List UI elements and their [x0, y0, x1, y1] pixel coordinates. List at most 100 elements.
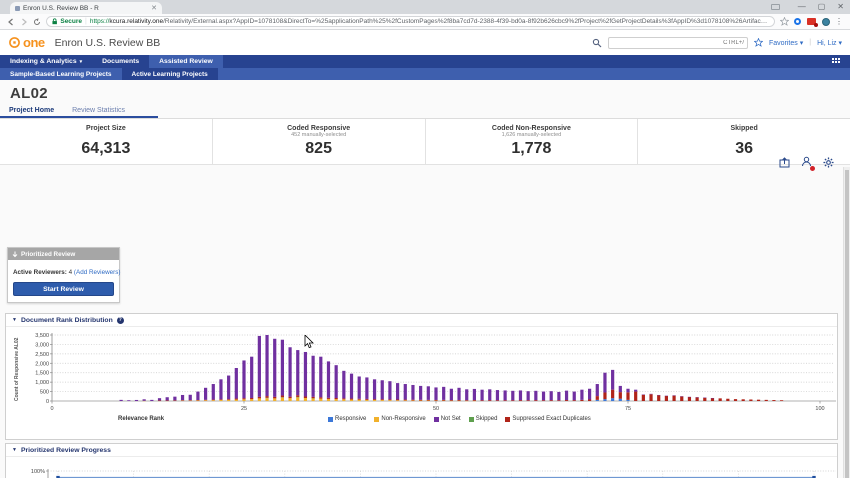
relativity-logo-icon: [8, 36, 21, 49]
progress-line-svg: 0%20%40%60%80%100%200.00220.00240.00260.…: [14, 459, 842, 478]
url-text: https://kcura.relativity.one/Relativity/…: [90, 18, 769, 25]
page-scrollbar[interactable]: [843, 167, 850, 478]
prioritized-review-panel: Prioritized Review Active Reviewers: 4 (…: [7, 247, 120, 303]
legend-item-not_set: Not Set: [434, 416, 461, 422]
export-icon[interactable]: [779, 157, 790, 168]
relativity-one-logo: one: [8, 35, 45, 50]
window-maximize-icon[interactable]: ▢: [818, 2, 826, 11]
stat-project-size: Project Size 64,313: [0, 119, 213, 164]
prioritized-review-progress-section: ▼ Prioritized Review Progress % of Docum…: [5, 443, 838, 478]
workspace-title: Enron U.S. Review BB: [55, 37, 161, 49]
progress-section-title: Prioritized Review Progress: [21, 447, 111, 454]
browser-menu-icon[interactable]: ⋮: [835, 17, 843, 26]
svg-text:1,000: 1,000: [35, 380, 49, 386]
svg-text:100: 100: [815, 406, 824, 412]
project-page: AL02 Project Home Review Stat: [0, 80, 850, 478]
reviewers-icon[interactable]: [801, 156, 812, 169]
active-reviewers-label: Active Reviewers:: [13, 269, 67, 276]
tab-title: Enron U.S. Review BB - R: [23, 5, 148, 12]
back-icon[interactable]: [7, 18, 15, 26]
prioritized-review-title: Prioritized Review: [21, 251, 75, 258]
secondary-nav: Sample-Based Learning Projects Active Le…: [0, 68, 850, 80]
legend-item-non_responsive: Non-Responsive: [374, 416, 425, 422]
stat-coded-non-responsive: Coded Non-Responsive 1,626 manually-sele…: [426, 119, 639, 164]
help-icon[interactable]: ?: [117, 317, 124, 324]
stat-coded-responsive: Coded Responsive 452 manually-selected 8…: [213, 119, 426, 164]
lock-icon: [52, 18, 57, 25]
collapse-caret-icon[interactable]: ▼: [12, 447, 17, 453]
skipped-swatch-icon: [469, 417, 474, 422]
collapse-caret-icon[interactable]: ▼: [12, 317, 17, 323]
secure-label: Secure: [60, 18, 82, 25]
page-title: AL02: [10, 85, 840, 102]
svg-text:2,000: 2,000: [35, 361, 49, 367]
favorites-menu[interactable]: Favorites ▾: [769, 39, 803, 47]
project-tabs: Project Home Review Statistics: [0, 104, 850, 119]
add-reviewers-link[interactable]: (Add Reviewers): [74, 269, 121, 276]
extension-globe-icon[interactable]: [822, 18, 830, 26]
progress-chart: % of Documents 0%20%40%60%80%100%200.002…: [6, 459, 837, 478]
svg-text:25: 25: [241, 406, 247, 412]
browser-address-bar: Secure | https://kcura.relativity.one/Re…: [0, 14, 850, 30]
suppressed-swatch-icon: [505, 417, 510, 422]
tab-close-icon[interactable]: ✕: [151, 5, 157, 12]
app-header: one Enron U.S. Review BB Favorites ▾ | H…: [0, 30, 850, 55]
not_set-swatch-icon: [434, 417, 439, 422]
tab-favicon-icon: [15, 6, 20, 11]
bookmark-star-icon[interactable]: [780, 17, 789, 26]
rank-section-header[interactable]: ▼ Document Rank Distribution ?: [6, 314, 837, 327]
document-rank-distribution-section: ▼ Document Rank Distribution ? Count of …: [5, 313, 838, 440]
svg-text:75: 75: [625, 406, 631, 412]
browser-tab[interactable]: Enron U.S. Review BB - R ✕: [10, 2, 162, 14]
svg-text:2,500: 2,500: [35, 352, 49, 358]
nav-sample-based-projects[interactable]: Sample-Based Learning Projects: [0, 68, 122, 80]
rank-chart-legend: ResponsiveNon-ResponsiveNot SetSkippedSu…: [328, 416, 591, 422]
mouse-cursor: [304, 335, 314, 349]
quick-search-input[interactable]: [608, 37, 748, 49]
nav-active-learning-projects[interactable]: Active Learning Projects: [122, 68, 218, 80]
rank-y-axis-title: Count of Responsive AL02: [14, 338, 20, 401]
reload-icon[interactable]: [33, 18, 41, 26]
svg-text:100%: 100%: [31, 469, 45, 475]
tab-review-statistics[interactable]: Review Statistics: [63, 104, 134, 116]
browser-tab-strip: Enron U.S. Review BB - R ✕ — ▢ ✕: [0, 0, 850, 14]
favorites-star-icon[interactable]: [754, 38, 763, 47]
window-minimize-icon[interactable]: —: [798, 2, 806, 11]
active-reviewers-count: 4: [69, 269, 73, 276]
rank-distribution-svg: 0 500 1,000 1,500 2,000 2,500 3,000 3,500 0 25 50 7…: [14, 329, 842, 415]
svg-text:50: 50: [433, 406, 439, 412]
primary-nav: Indexing & Analytics▾ Documents Assisted…: [0, 55, 850, 68]
user-menu[interactable]: Hi, Liz ▾: [817, 39, 842, 47]
non_responsive-swatch-icon: [374, 417, 379, 422]
prioritized-review-icon: [12, 251, 18, 258]
extension-mail-icon[interactable]: [807, 18, 816, 25]
scrollbar-thumb[interactable]: [845, 170, 849, 478]
nav-documents[interactable]: Documents: [92, 55, 149, 68]
window-close-icon[interactable]: ✕: [837, 2, 844, 11]
url-field[interactable]: Secure | https://kcura.relativity.one/Re…: [46, 16, 775, 27]
tab-project-home[interactable]: Project Home: [0, 104, 63, 116]
rank-x-axis-title: Relevance Rank: [118, 416, 164, 422]
legend-item-skipped: Skipped: [469, 416, 498, 422]
gear-icon[interactable]: [823, 157, 834, 168]
svg-text:3,500: 3,500: [35, 333, 49, 339]
progress-section-header[interactable]: ▼ Prioritized Review Progress: [6, 444, 837, 457]
search-icon[interactable]: [592, 38, 602, 48]
svg-text:0: 0: [50, 406, 53, 412]
window-extra-icon[interactable]: [771, 4, 780, 10]
nav-menu-grid-icon[interactable]: [832, 58, 840, 66]
nav-indexing-analytics[interactable]: Indexing & Analytics▾: [0, 55, 92, 68]
svg-text:3,000: 3,000: [35, 342, 49, 348]
nav-assisted-review[interactable]: Assisted Review: [149, 55, 223, 68]
legend-item-suppressed: Suppressed Exact Duplicates: [505, 416, 590, 422]
rank-section-title: Document Rank Distribution: [21, 317, 113, 324]
chevron-down-icon: ▾: [80, 59, 83, 65]
extension-circle-icon[interactable]: [794, 18, 801, 25]
svg-text:500: 500: [40, 390, 49, 396]
reviewers-alert-badge: [810, 166, 815, 171]
svg-text:1,500: 1,500: [35, 371, 49, 377]
start-review-button[interactable]: Start Review: [13, 282, 114, 296]
svg-text:0: 0: [46, 399, 49, 405]
rank-chart: Count of Responsive AL02 05001,0001,5002…: [6, 329, 837, 427]
forward-icon[interactable]: [20, 18, 28, 26]
